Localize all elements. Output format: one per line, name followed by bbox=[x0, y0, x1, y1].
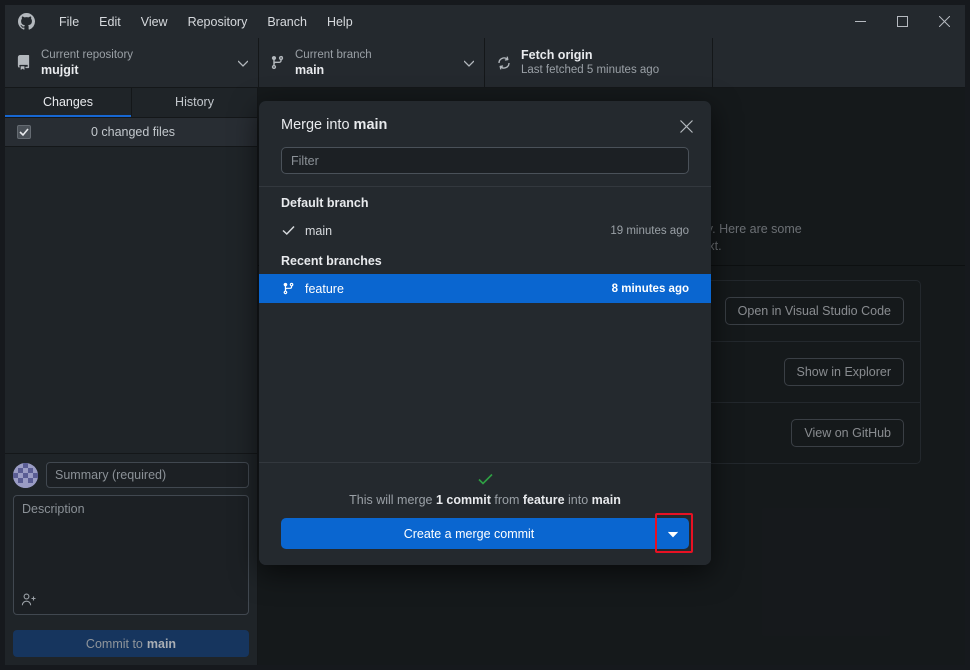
sidebar-tabs: Changes History bbox=[5, 88, 257, 118]
check-icon bbox=[281, 224, 295, 237]
add-coauthor-icon[interactable] bbox=[21, 592, 37, 613]
menu-item-help[interactable]: Help bbox=[317, 11, 363, 33]
chevron-down-icon bbox=[464, 54, 474, 72]
repo-value: mujgit bbox=[41, 62, 229, 78]
commit-summary-input[interactable] bbox=[46, 462, 249, 488]
merge-options-dropdown-button[interactable] bbox=[657, 518, 689, 549]
fetch-title: Fetch origin bbox=[521, 47, 702, 63]
branch-name: main bbox=[305, 224, 600, 238]
merge-msg-pre: This will merge bbox=[349, 493, 432, 507]
merge-msg-into: into bbox=[568, 493, 588, 507]
changed-files-row[interactable]: 0 changed files bbox=[5, 118, 257, 147]
group-header-default-branch: Default branch bbox=[259, 187, 711, 216]
branch-filter-input[interactable] bbox=[281, 147, 689, 174]
window-controls bbox=[839, 5, 965, 38]
branch-icon bbox=[269, 55, 286, 70]
current-branch-button[interactable]: Current branch main bbox=[259, 38, 485, 87]
avatar bbox=[13, 463, 38, 488]
merge-summary-message: This will merge 1 commit from feature in… bbox=[349, 493, 621, 507]
chevron-down-icon bbox=[668, 525, 678, 543]
github-icon bbox=[11, 13, 41, 30]
commit-button-prefix: Commit to bbox=[86, 637, 143, 651]
merge-msg-commits: 1 commit bbox=[436, 493, 491, 507]
menu-bar: File Edit View Repository Branch Help bbox=[49, 5, 363, 38]
branch-name: feature bbox=[305, 282, 602, 296]
commit-to-branch-button[interactable]: Commit to main bbox=[13, 630, 249, 657]
green-check-icon bbox=[478, 473, 493, 489]
dialog-header: Merge into main bbox=[259, 101, 711, 186]
branch-value: main bbox=[295, 62, 455, 78]
select-all-checkbox[interactable] bbox=[17, 125, 31, 139]
commit-summary-row bbox=[13, 462, 249, 488]
branch-row-feature[interactable]: feature 8 minutes ago bbox=[259, 274, 711, 303]
chevron-down-icon bbox=[238, 54, 248, 72]
fetch-origin-button[interactable]: Fetch origin Last fetched 5 minutes ago bbox=[485, 38, 713, 87]
commit-description-wrap bbox=[13, 495, 249, 620]
tab-history[interactable]: History bbox=[131, 88, 257, 117]
menu-item-file[interactable]: File bbox=[49, 11, 89, 33]
repo-label: Current repository bbox=[41, 48, 229, 62]
github-desktop-window: File Edit View Repository Branch Help bbox=[5, 5, 965, 665]
merge-msg-from: from bbox=[494, 493, 519, 507]
close-icon[interactable] bbox=[675, 115, 697, 137]
branch-list[interactable]: Default branch main 19 minutes ago Recen… bbox=[259, 186, 711, 462]
tab-changes[interactable]: Changes bbox=[5, 88, 131, 117]
menu-item-view[interactable]: View bbox=[131, 11, 178, 33]
sync-icon bbox=[495, 55, 512, 71]
dialog-footer: This will merge 1 commit from feature in… bbox=[259, 462, 711, 565]
menu-item-repository[interactable]: Repository bbox=[178, 11, 258, 33]
changed-files-count: 0 changed files bbox=[31, 125, 257, 139]
branch-label: Current branch bbox=[295, 48, 455, 62]
merge-button-group: Create a merge commit bbox=[281, 518, 689, 549]
file-list bbox=[5, 147, 257, 453]
title-bar: File Edit View Repository Branch Help bbox=[5, 5, 965, 38]
current-repository-button[interactable]: Current repository mujgit bbox=[5, 38, 259, 87]
maximize-icon[interactable] bbox=[881, 5, 923, 38]
dialog-title: Merge into main bbox=[281, 117, 689, 133]
branch-time: 19 minutes ago bbox=[610, 225, 689, 237]
branch-time: 8 minutes ago bbox=[612, 283, 689, 295]
create-merge-commit-button[interactable]: Create a merge commit bbox=[281, 518, 657, 549]
commit-area: Commit to main bbox=[5, 453, 257, 665]
merge-msg-source: feature bbox=[523, 493, 565, 507]
close-icon[interactable] bbox=[923, 5, 965, 38]
sidebar: Changes History 0 changed files bbox=[5, 88, 258, 665]
menu-item-branch[interactable]: Branch bbox=[257, 11, 317, 33]
minimize-icon[interactable] bbox=[839, 5, 881, 38]
commit-button-branch: main bbox=[147, 637, 176, 651]
commit-description-input[interactable] bbox=[13, 495, 249, 615]
dialog-title-prefix: Merge into bbox=[281, 117, 350, 133]
merge-msg-target: main bbox=[592, 493, 621, 507]
branch-row-main[interactable]: main 19 minutes ago bbox=[259, 216, 711, 245]
menu-item-edit[interactable]: Edit bbox=[89, 11, 131, 33]
group-header-recent-branches: Recent branches bbox=[259, 245, 711, 274]
branch-icon bbox=[281, 282, 295, 295]
toolbar: Current repository mujgit Current branch… bbox=[5, 38, 965, 88]
fetch-subtitle: Last fetched 5 minutes ago bbox=[521, 63, 702, 78]
repo-icon bbox=[15, 55, 32, 70]
dialog-title-branch: main bbox=[354, 117, 388, 133]
merge-branch-dialog: Merge into main Default branch main 19 m… bbox=[259, 101, 711, 565]
